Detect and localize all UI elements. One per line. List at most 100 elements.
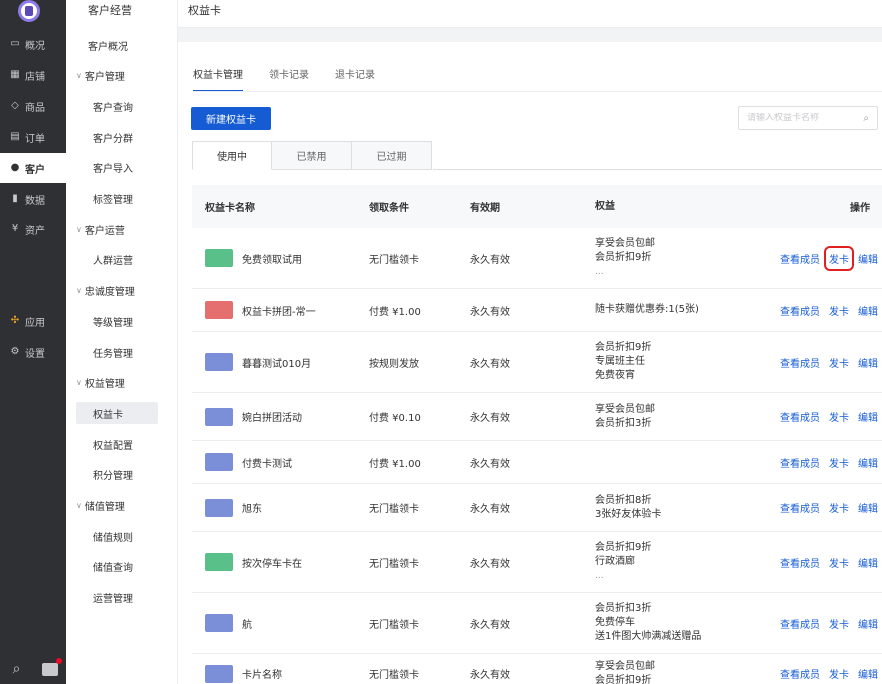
sidebar-item[interactable]: 客户分群: [66, 126, 178, 148]
right-line: 享受会员包邮: [595, 403, 655, 415]
view-members-link[interactable]: 查看成员: [780, 355, 820, 370]
status-tab-2[interactable]: 已过期: [352, 141, 432, 170]
edit-link[interactable]: 编辑: [858, 666, 878, 681]
nav-item-7[interactable]: ✣ 应用: [0, 306, 66, 336]
cell-name: 暮暮测试010月: [192, 353, 357, 371]
tab-0[interactable]: 权益卡管理: [193, 66, 243, 92]
card-name: 付费卡测试: [242, 458, 292, 470]
nav-item-8[interactable]: ⚙ 设置: [0, 337, 66, 367]
view-members-link[interactable]: 查看成员: [780, 409, 820, 424]
issue-card-link[interactable]: 发卡: [829, 455, 849, 470]
app-logo[interactable]: [18, 0, 40, 22]
nav-item-0[interactable]: ▭ 概况: [0, 29, 66, 59]
card-thumbnail: [205, 353, 233, 371]
sidebar-item-label: 标签管理: [93, 195, 133, 206]
sidebar-group[interactable]: ∨ 客户管理: [66, 65, 178, 87]
edit-link[interactable]: 编辑: [858, 616, 878, 631]
sidebar-group[interactable]: ∨ 权益管理: [66, 372, 178, 394]
view-members-link[interactable]: 查看成员: [780, 500, 820, 515]
sidebar-item-label: 储值规则: [93, 532, 133, 544]
edit-link[interactable]: 编辑: [858, 355, 878, 370]
nav-item-label: 店铺: [25, 71, 45, 83]
top-bar: 权益卡: [178, 0, 882, 28]
card-thumbnail: [205, 249, 233, 267]
sidebar-item[interactable]: 权益卡: [76, 402, 158, 425]
nav-item-3[interactable]: ▤ 订单: [0, 122, 66, 152]
issue-card-link[interactable]: 发卡: [829, 500, 849, 515]
sidebar-item[interactable]: 任务管理: [66, 341, 178, 363]
sidebar-item-label: 任务管理: [93, 348, 133, 360]
issue-card-link[interactable]: 发卡: [829, 355, 849, 370]
view-members-link[interactable]: 查看成员: [780, 616, 820, 631]
sidebar-item[interactable]: 权益配置: [66, 433, 178, 455]
sidebar-group[interactable]: ∨ 忠诚度管理: [66, 280, 178, 302]
sidebar-item[interactable]: 客户查询: [66, 95, 178, 117]
card-name: 按次停车卡在: [242, 558, 302, 570]
table-header: 权益卡名称 领取条件 有效期 权益 操作: [192, 185, 882, 228]
sidebar-item[interactable]: 客户概况: [66, 34, 178, 56]
breadcrumb: 权益卡: [188, 4, 221, 17]
tab-2[interactable]: 退卡记录: [335, 66, 375, 92]
edit-link[interactable]: 编辑: [858, 409, 878, 424]
sidebar-item[interactable]: 积分管理: [66, 464, 178, 486]
edit-link[interactable]: 编辑: [858, 455, 878, 470]
sidebar-group[interactable]: ∨ 客户运营: [66, 218, 178, 240]
view-members-link[interactable]: 查看成员: [780, 303, 820, 318]
search-icon[interactable]: ⌕: [863, 113, 869, 124]
search-input[interactable]: [747, 113, 855, 123]
view-members-link[interactable]: 查看成员: [780, 251, 820, 266]
issue-card-link[interactable]: 发卡: [829, 666, 849, 681]
edit-link[interactable]: 编辑: [858, 500, 878, 515]
search-icon[interactable]: ⌕: [9, 661, 25, 677]
issue-card-link[interactable]: 发卡: [829, 555, 849, 570]
status-tab-1[interactable]: 已禁用: [272, 141, 352, 170]
status-tabs: 使用中 已禁用 已过期: [192, 141, 432, 170]
edit-link[interactable]: 编辑: [858, 303, 878, 318]
table-row: 免费领取试用 无门槛领卡 永久有效 享受会员包邮 会员折扣9折... 查看成员 发卡 编辑: [192, 228, 882, 289]
nav-item-6[interactable]: ¥ 资产: [0, 214, 66, 244]
sidebar-item[interactable]: 人群运营: [66, 249, 178, 271]
right-line: 免费夜宵: [595, 370, 635, 381]
nav-item-5[interactable]: ▮ 数据: [0, 184, 66, 214]
new-card-button[interactable]: 新建权益卡: [191, 107, 271, 130]
cell-name: 权益卡拼团-常一: [192, 301, 357, 319]
chat-icon[interactable]: [41, 657, 62, 676]
view-members-link[interactable]: 查看成员: [780, 455, 820, 470]
cell-rights: 会员折扣9折 行政酒廊...: [585, 541, 743, 583]
edit-link[interactable]: 编辑: [858, 251, 878, 266]
nav-item-2[interactable]: ◇ 商品: [0, 91, 66, 121]
chevron-down-icon: ∨: [76, 286, 82, 296]
sidebar-item-label: 客户分群: [93, 133, 133, 145]
right-line: 享受会员包邮: [595, 660, 655, 672]
search-box: ⌕: [738, 106, 878, 130]
issue-card-link[interactable]: 发卡: [829, 303, 849, 318]
card-name: 航: [242, 619, 252, 631]
sidebar-item[interactable]: 标签管理: [66, 188, 178, 210]
nav-item-4[interactable]: ● 客户: [0, 153, 66, 183]
sidebar-item[interactable]: 储值规则: [66, 525, 178, 547]
cell-rights: 享受会员包邮 会员折扣9折: [585, 660, 743, 684]
view-members-link[interactable]: 查看成员: [780, 555, 820, 570]
view-members-link[interactable]: 查看成员: [780, 666, 820, 681]
sidebar-group[interactable]: ∨ 储值管理: [66, 495, 178, 517]
edit-link[interactable]: 编辑: [858, 555, 878, 570]
shop-icon: ▦: [10, 69, 20, 80]
sidebar-item-label: 等级管理: [93, 317, 133, 329]
sidebar-item[interactable]: 客户导入: [66, 157, 178, 179]
cell-ops: 查看成员 发卡 编辑: [743, 303, 882, 318]
issue-card-link[interactable]: 发卡: [829, 616, 849, 631]
sidebar-item[interactable]: 储值查询: [66, 556, 178, 578]
right-line: ...: [595, 571, 604, 581]
user-icon: ●: [10, 162, 20, 173]
nav-item-1[interactable]: ▦ 店铺: [0, 60, 66, 90]
cell-validity: 永久有效: [470, 458, 510, 470]
issue-card-link[interactable]: 发卡: [829, 409, 849, 424]
status-tab-0[interactable]: 使用中: [192, 141, 272, 170]
cell-validity: 永久有效: [470, 619, 510, 631]
card-name: 权益卡拼团-常一: [242, 306, 316, 318]
sidebar-item[interactable]: 等级管理: [66, 310, 178, 332]
tab-1[interactable]: 领卡记录: [269, 66, 309, 92]
issue-card-link[interactable]: 发卡: [824, 245, 854, 271]
sidebar-item[interactable]: 运营管理: [66, 587, 178, 609]
cell-ops: 查看成员 发卡 编辑: [743, 455, 882, 470]
